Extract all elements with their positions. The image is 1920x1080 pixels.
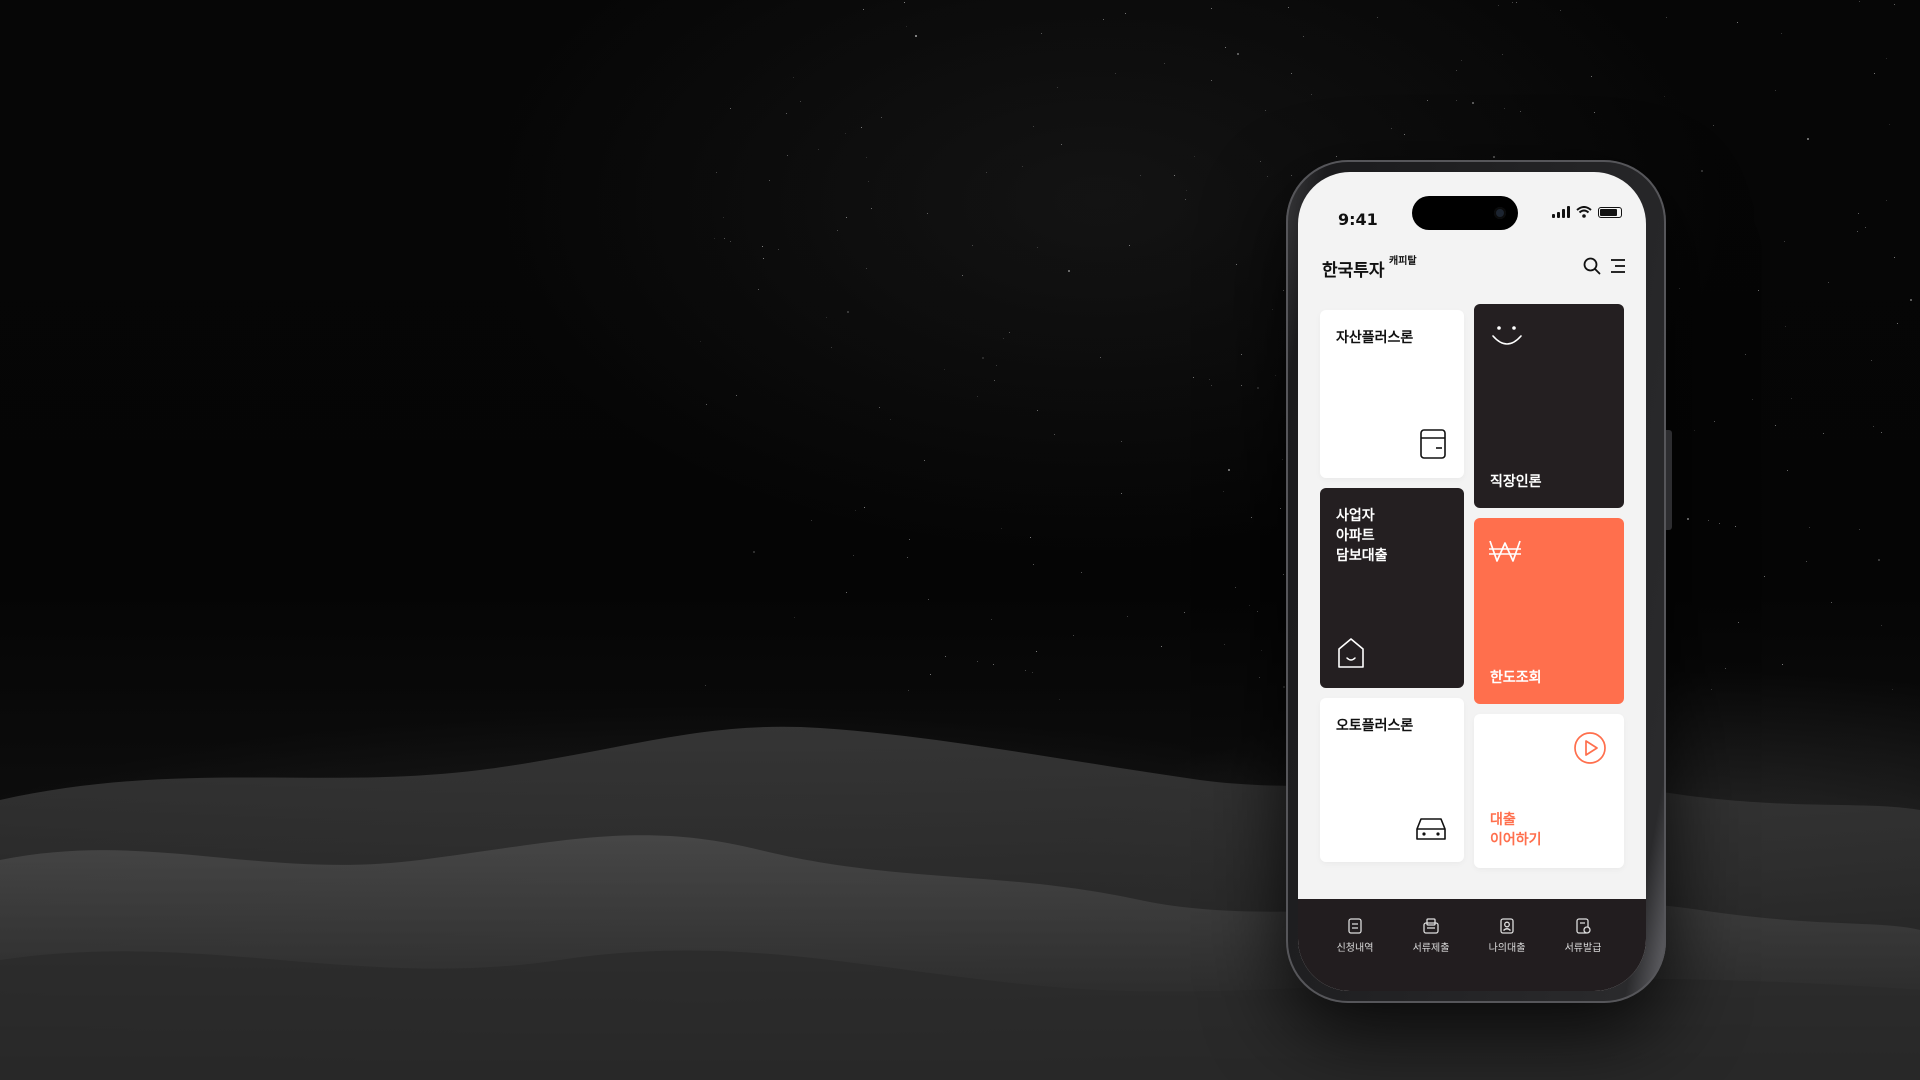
brand-name: 한국투자: [1322, 261, 1385, 281]
battery-icon: [1598, 207, 1622, 218]
tile-business-apartment-secured-loan[interactable]: 사업자 아파트 담보대출: [1320, 488, 1464, 688]
list-doc-icon: [1348, 918, 1362, 934]
app-header: 한국투자 캐피탈: [1298, 242, 1646, 282]
profile-card-icon: [1500, 918, 1514, 934]
status-time: 9:41: [1338, 210, 1378, 229]
phone-device: 9:41 한국투자 캐피탈 자산플러스론 직장인론 사업자 아파트 담보대출 한…: [1286, 160, 1672, 1003]
won-icon: [1489, 540, 1521, 562]
tile-label-line: 대출: [1490, 812, 1516, 828]
bottom-tab-bar: 신청내역 서류제출 나의대출 서류발급: [1298, 899, 1646, 991]
signal-icon: [1552, 206, 1570, 218]
issue-doc-icon: [1576, 918, 1591, 934]
tile-label-line: 이어하기: [1490, 832, 1542, 848]
tile-label: 한도조회: [1490, 670, 1542, 686]
tab-issue-documents[interactable]: 서류발급: [1548, 917, 1618, 954]
tile-label: 자산플러스론: [1336, 330, 1414, 346]
side-button: [1666, 430, 1672, 530]
tile-label: 오토플러스론: [1336, 718, 1414, 734]
tab-application-history[interactable]: 신청내역: [1320, 917, 1390, 954]
tab-label: 신청내역: [1336, 943, 1374, 954]
status-bar: 9:41: [1298, 172, 1646, 230]
play-circle-icon: [1574, 732, 1606, 764]
tile-office-worker-loan[interactable]: 직장인론: [1474, 304, 1624, 508]
tile-label-line: 사업자: [1336, 508, 1375, 524]
tab-my-loans[interactable]: 나의대출: [1472, 917, 1542, 954]
tile-label: 직장인론: [1490, 474, 1542, 490]
tile-asset-plus-loan[interactable]: 자산플러스론: [1320, 310, 1464, 478]
front-camera: [1494, 207, 1506, 219]
dynamic-island: [1412, 196, 1518, 230]
brand-subtitle: 캐피탈: [1389, 256, 1417, 267]
tab-submit-documents[interactable]: 서류제출: [1396, 917, 1466, 954]
tab-label: 서류발급: [1564, 943, 1602, 954]
wifi-icon: [1576, 206, 1592, 218]
tab-label: 서류제출: [1412, 943, 1450, 954]
tile-label-line: 아파트: [1336, 528, 1375, 544]
tile-continue-loan[interactable]: 대출 이어하기: [1474, 714, 1624, 868]
tile-label-line: 담보대출: [1336, 548, 1388, 564]
search-icon[interactable]: [1582, 256, 1602, 276]
phone-screen: 9:41 한국투자 캐피탈 자산플러스론 직장인론 사업자 아파트 담보대출 한…: [1298, 172, 1646, 991]
car-icon: [1416, 818, 1446, 840]
house-icon: [1338, 638, 1364, 668]
upload-doc-icon: [1423, 918, 1439, 934]
wallet-icon: [1420, 429, 1446, 459]
smile-icon: [1492, 326, 1522, 345]
status-icons: [1552, 206, 1622, 218]
tile-limit-inquiry[interactable]: 한도조회: [1474, 518, 1624, 704]
menu-icon[interactable]: [1608, 256, 1628, 276]
tab-label: 나의대출: [1488, 943, 1526, 954]
tile-auto-plus-loan[interactable]: 오토플러스론: [1320, 698, 1464, 862]
